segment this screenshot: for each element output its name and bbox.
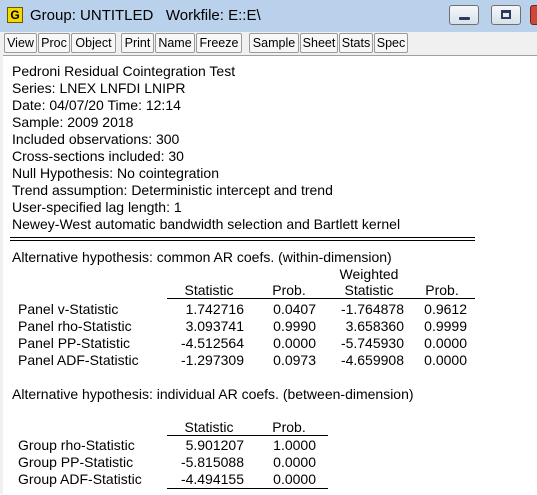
col-wprob-header: Prob. — [425, 282, 459, 298]
print-button[interactable]: Print — [121, 33, 154, 53]
row-label: Panel ADF-Statistic — [18, 352, 139, 368]
double-rule-bottom — [10, 240, 475, 241]
maximize-icon — [501, 10, 511, 19]
between-title: Alternative hypothesis: individual AR co… — [12, 386, 414, 402]
group-app-icon: G — [7, 7, 23, 23]
header-line: Date: 04/07/20 Time: 12:14 — [12, 97, 181, 113]
row-label: Panel v-Statistic — [18, 301, 119, 317]
header-line: User-specified lag length: 1 — [12, 199, 182, 215]
prob-value: 0.0000 — [273, 471, 316, 487]
within-title: Alternative hypothesis: common AR coefs.… — [12, 249, 392, 265]
col-statistic-header: Statistic — [184, 282, 234, 298]
wprob-value: 0.0000 — [424, 335, 467, 351]
prob-value: 0.9990 — [273, 318, 316, 334]
wstat-value: -4.659908 — [340, 352, 404, 368]
sample-button[interactable]: Sample — [249, 33, 299, 53]
wprob-value: 0.9612 — [424, 301, 467, 317]
close-button[interactable] — [530, 5, 537, 25]
output-spreadsheet[interactable]: Pedroni Residual Cointegration Test Seri… — [3, 55, 537, 495]
object-button[interactable]: Object — [71, 33, 116, 53]
row-label: Panel PP-Statistic — [18, 335, 131, 351]
wprob-value: 0.0000 — [424, 352, 467, 368]
wstat-value: -5.745930 — [340, 335, 404, 351]
stats-button[interactable]: Stats — [339, 33, 373, 53]
header-line: Trend assumption: Deterministic intercep… — [12, 182, 333, 198]
wstat-value: -1.764878 — [340, 301, 404, 317]
stat-value: -5.815088 — [180, 454, 244, 470]
within-header-rule — [167, 298, 475, 299]
header-line: Cross-sections included: 30 — [12, 148, 184, 164]
wprob-value: 0.9999 — [424, 318, 467, 334]
prob-value: 0.0000 — [273, 454, 316, 470]
stat-value: -4.512564 — [180, 335, 244, 351]
prob-value: 0.0000 — [273, 335, 316, 351]
header-line: Sample: 2009 2018 — [12, 114, 134, 130]
row-label: Group PP-Statistic — [18, 454, 134, 470]
name-button[interactable]: Name — [155, 33, 195, 53]
prob-value: 1.0000 — [273, 437, 316, 453]
proc-button[interactable]: Proc — [38, 33, 70, 53]
wstat-value: 3.658360 — [345, 318, 404, 334]
freeze-button[interactable]: Freeze — [196, 33, 242, 53]
col-statistic-header: Statistic — [184, 419, 234, 435]
spec-button[interactable]: Spec — [374, 33, 408, 53]
weighted-header: Weighted — [339, 266, 399, 282]
stat-value: 5.901207 — [185, 437, 244, 453]
col-wstatistic-header: Statistic — [344, 282, 394, 298]
header-line: Included observations: 300 — [12, 131, 180, 147]
group-window: G Group: UNTITLED Workfile: E::E\ View P… — [0, 0, 537, 495]
stat-value: -1.297309 — [180, 352, 244, 368]
window-title: Group: UNTITLED Workfile: E::E\ — [30, 7, 261, 24]
between-bottom-rule — [167, 488, 328, 489]
double-rule-top — [10, 237, 475, 238]
stat-value: 3.093741 — [185, 318, 244, 334]
sheet-button[interactable]: Sheet — [300, 33, 338, 53]
toolbar: View Proc Object Print Name Freeze Sampl… — [0, 32, 537, 54]
between-header-rule — [167, 435, 328, 436]
col-prob-header: Prob. — [272, 419, 306, 435]
prob-value: 0.0407 — [273, 301, 316, 317]
minimize-button[interactable] — [449, 5, 479, 25]
header-line: Series: LNEX LNFDI LNIPR — [12, 80, 186, 96]
prob-value: 0.0973 — [273, 352, 316, 368]
maximize-button[interactable] — [491, 5, 521, 25]
minimize-icon — [459, 17, 470, 20]
title-bar[interactable]: G Group: UNTITLED Workfile: E::E\ — [0, 0, 537, 32]
row-label: Group ADF-Statistic — [18, 471, 142, 487]
col-prob-header: Prob. — [272, 282, 306, 298]
header-line: Null Hypothesis: No cointegration — [12, 165, 219, 181]
view-button[interactable]: View — [4, 33, 37, 53]
stat-value: -4.494155 — [180, 471, 244, 487]
stat-value: 1.742716 — [185, 301, 244, 317]
header-line: Newey-West automatic bandwidth selection… — [12, 216, 401, 232]
row-label: Group rho-Statistic — [18, 437, 135, 453]
header-line: Pedroni Residual Cointegration Test — [12, 63, 236, 79]
row-label: Panel rho-Statistic — [18, 318, 132, 334]
